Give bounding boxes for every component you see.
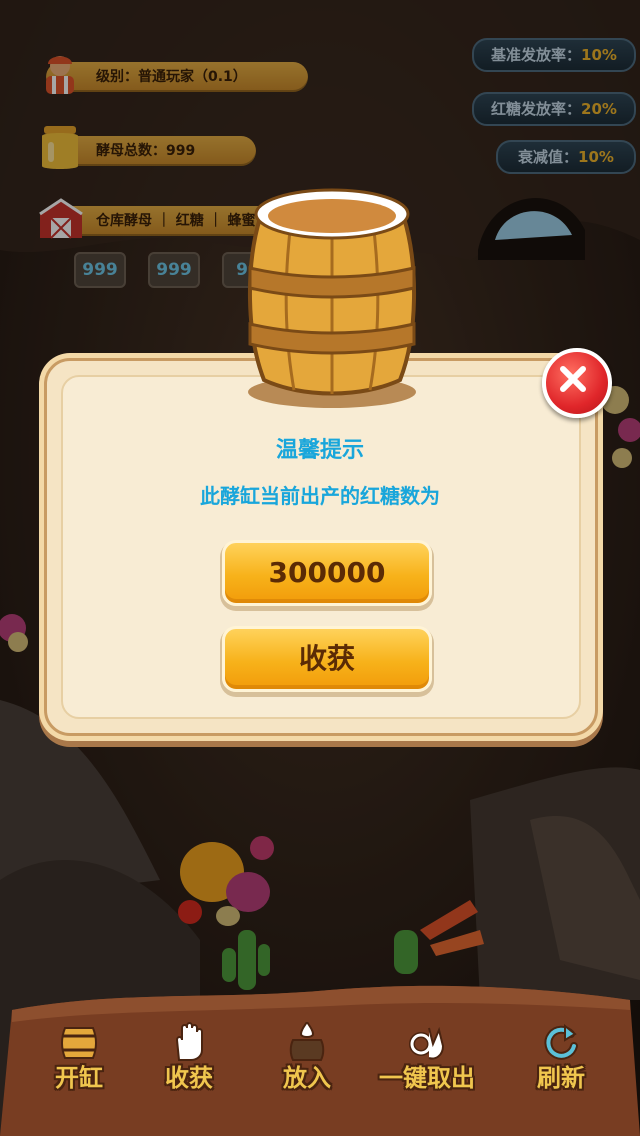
harvest-button[interactable]: 收获 (222, 626, 432, 692)
close-icon (560, 366, 586, 392)
take-all-button[interactable]: 一键取出 (372, 1022, 482, 1122)
refresh-button[interactable]: 刷新 (506, 1022, 616, 1122)
barrel-icon (247, 188, 417, 408)
barrel-icon (61, 1027, 97, 1059)
hand-icon (175, 1022, 203, 1061)
put-in-label: 放入 (283, 1064, 331, 1092)
open-barrel-label: 开缸 (55, 1064, 103, 1092)
drop-barrel-icon (289, 1022, 325, 1061)
refresh-icon (544, 1023, 578, 1060)
harvest-tool-button[interactable]: 收获 (134, 1022, 244, 1122)
ok-hand-icon (409, 1026, 445, 1060)
harvest-tool-label: 收获 (165, 1064, 213, 1092)
close-button[interactable] (542, 348, 612, 418)
dialog-message: 此酵缸当前出产的红糖数为 (200, 484, 440, 508)
dialog-title: 温馨提示 (275, 438, 364, 463)
amount-display: 300000 (222, 540, 432, 606)
put-in-button[interactable]: 放入 (252, 1022, 362, 1122)
refresh-label: 刷新 (537, 1064, 585, 1092)
take-all-label: 一键取出 (379, 1064, 475, 1092)
open-barrel-button[interactable]: 开缸 (24, 1022, 134, 1122)
